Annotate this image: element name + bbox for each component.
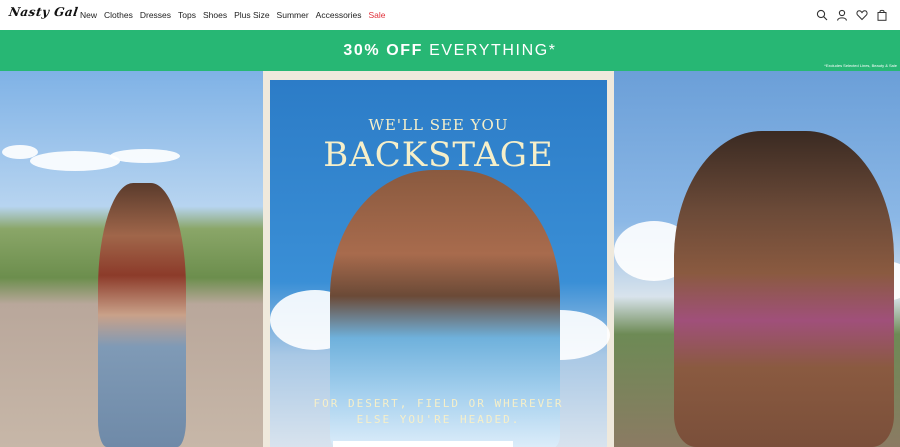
cloud-shape (30, 151, 120, 171)
header-icons (816, 8, 888, 21)
hero-image-right[interactable] (614, 71, 900, 447)
nav-item-new[interactable]: New (80, 10, 97, 20)
hero-headline-big: BACKSTAGE (323, 135, 554, 175)
promo-headline: 30% OFF EVERYTHING* (0, 42, 900, 60)
nav-item-accessories[interactable]: Accessories (316, 10, 362, 20)
promo-fine-print: *Excludes Selected Lines, Beauty & Sale (824, 63, 897, 68)
hero-image-middle[interactable]: WE'LL SEE YOU BACKSTAGE FOR DESERT, FIEL… (263, 71, 614, 447)
hero-image-left[interactable] (0, 71, 263, 447)
nav-item-dresses[interactable]: Dresses (140, 10, 171, 20)
site-header: Nasty Gal New Clothes Dresses Tops Shoes… (0, 0, 900, 30)
nav-item-sale[interactable]: Sale (369, 10, 386, 20)
account-icon[interactable] (836, 8, 848, 21)
hero-subtitle: FOR DESERT, FIELD OR WHEREVER ELSE YOU'R… (270, 396, 607, 428)
model-figure (98, 183, 186, 447)
nav-item-shoes[interactable]: Shoes (203, 10, 227, 20)
hero-subtitle-line-1: FOR DESERT, FIELD OR WHEREVER (313, 397, 564, 410)
nav-item-clothes[interactable]: Clothes (104, 10, 133, 20)
hero-cta-button[interactable] (333, 441, 513, 447)
wishlist-heart-icon[interactable] (856, 8, 868, 21)
search-icon[interactable] (816, 8, 828, 21)
nav-item-plus-size[interactable]: Plus Size (234, 10, 269, 20)
model-figure (674, 131, 894, 447)
hero-headline-small: WE'LL SEE YOU (368, 116, 509, 134)
brand-logo[interactable]: Nasty Gal (8, 5, 79, 19)
bag-icon[interactable] (876, 8, 888, 21)
promo-headline-bold: 30% OFF (343, 42, 424, 59)
nav-item-tops[interactable]: Tops (178, 10, 196, 20)
nav-item-summer[interactable]: Summer (277, 10, 309, 20)
cloud-shape (110, 149, 180, 163)
main-nav: New Clothes Dresses Tops Shoes Plus Size… (80, 0, 393, 30)
polaroid-photo: WE'LL SEE YOU BACKSTAGE FOR DESERT, FIEL… (270, 80, 610, 447)
promo-banner[interactable]: 30% OFF EVERYTHING* *Excludes Selected L… (0, 30, 900, 71)
promo-headline-rest: EVERYTHING* (429, 42, 557, 59)
hero-subtitle-line-2: ELSE YOU'RE HEADED. (356, 413, 521, 426)
